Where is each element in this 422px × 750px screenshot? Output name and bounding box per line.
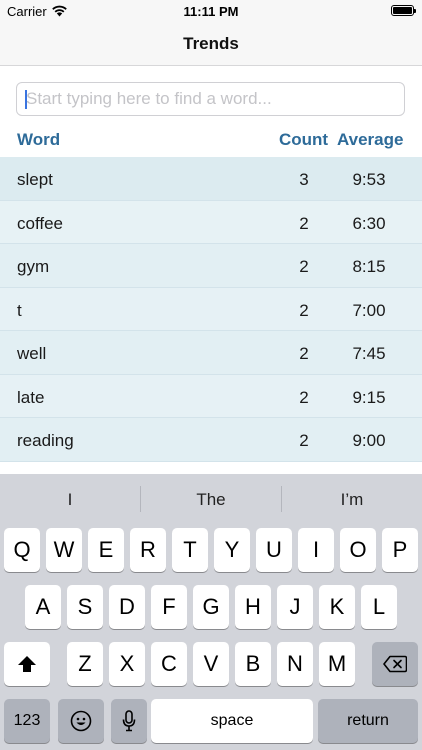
column-header-word[interactable]: Word <box>17 130 60 150</box>
row-word: slept <box>17 170 53 189</box>
key-n[interactable]: N <box>277 642 313 686</box>
navigation-bar: Trends <box>0 24 422 66</box>
key-e[interactable]: E <box>88 528 124 572</box>
suggestion-1[interactable]: I <box>0 490 140 510</box>
row-average: 9:53 <box>352 170 386 189</box>
row-count: 3 <box>299 170 309 189</box>
suggestion-3[interactable]: I’m <box>282 490 422 510</box>
row-average: 6:30 <box>352 213 386 233</box>
key-y[interactable]: Y <box>214 528 250 572</box>
table-row[interactable]: gym 2 8:15 <box>0 244 422 288</box>
row-word: coffee <box>17 213 64 233</box>
row-word: well <box>17 344 47 363</box>
return-key[interactable]: return <box>318 699 418 743</box>
word-list: slept 3 9:53 coffee 2 6:30 gym 2 8:15 t … <box>0 157 422 462</box>
key-t[interactable]: T <box>172 528 208 572</box>
row-average: 8:15 <box>352 257 386 276</box>
table-header: Word Count Average <box>0 128 422 152</box>
page-title: Trends <box>183 34 239 53</box>
key-z[interactable]: Z <box>67 642 103 686</box>
key-a[interactable]: A <box>25 585 61 629</box>
search-input[interactable] <box>24 83 398 115</box>
space-key[interactable]: space <box>151 699 313 743</box>
key-j[interactable]: J <box>277 585 313 629</box>
emoji-key[interactable] <box>58 699 104 743</box>
key-i[interactable]: I <box>298 528 334 572</box>
row-word: reading <box>17 431 74 450</box>
row-count: 2 <box>299 300 309 320</box>
key-p[interactable]: P <box>382 528 418 572</box>
key-k[interactable]: K <box>319 585 355 629</box>
suggestion-2[interactable]: The <box>141 490 281 510</box>
column-header-count[interactable]: Count <box>279 130 328 150</box>
key-l[interactable]: L <box>361 585 397 629</box>
row-average: 7:00 <box>352 300 386 320</box>
row-count: 2 <box>299 344 309 363</box>
table-row[interactable]: well 2 7:45 <box>0 331 422 375</box>
row-average: 9:15 <box>352 387 386 407</box>
table-row[interactable]: late 2 9:15 <box>0 374 422 418</box>
column-header-average[interactable]: Average <box>337 130 403 150</box>
numbers-key[interactable]: 123 <box>4 699 50 743</box>
row-word: t <box>17 300 22 320</box>
row-word: gym <box>17 257 50 276</box>
key-b[interactable]: B <box>235 642 271 686</box>
key-u[interactable]: U <box>256 528 292 572</box>
key-w[interactable]: W <box>46 528 82 572</box>
row-count: 2 <box>299 257 309 276</box>
key-h[interactable]: H <box>235 585 271 629</box>
key-f[interactable]: F <box>151 585 187 629</box>
status-time: 11:11 PM <box>183 4 239 19</box>
table-row[interactable]: reading 2 9:00 <box>0 418 422 462</box>
key-d[interactable]: D <box>109 585 145 629</box>
suggestion-bar: I The I’m <box>0 474 422 524</box>
search-field[interactable] <box>16 82 405 116</box>
keyboard: I The I’m Q W E R T Y U I O P A S D F G … <box>0 474 422 750</box>
dictation-key[interactable] <box>111 699 147 743</box>
key-c[interactable]: C <box>151 642 187 686</box>
text-cursor <box>25 90 27 109</box>
row-count: 2 <box>299 213 309 233</box>
battery-icon <box>391 5 416 16</box>
row-count: 2 <box>299 431 309 450</box>
key-m[interactable]: M <box>319 642 355 686</box>
key-q[interactable]: Q <box>4 528 40 572</box>
key-g[interactable]: G <box>193 585 229 629</box>
backspace-key[interactable] <box>372 642 418 686</box>
key-o[interactable]: O <box>340 528 376 572</box>
row-count: 2 <box>299 387 309 407</box>
row-average: 9:00 <box>352 431 386 450</box>
key-r[interactable]: R <box>130 528 166 572</box>
key-x[interactable]: X <box>109 642 145 686</box>
row-average: 7:45 <box>352 344 386 363</box>
row-word: late <box>17 387 45 407</box>
table-row[interactable]: coffee 2 6:30 <box>0 200 422 244</box>
table-row[interactable]: slept 3 9:53 <box>0 157 422 201</box>
key-s[interactable]: S <box>67 585 103 629</box>
status-bar: Carrier 11:11 PM <box>0 0 422 24</box>
table-row[interactable]: t 2 7:00 <box>0 287 422 331</box>
key-v[interactable]: V <box>193 642 229 686</box>
shift-key[interactable] <box>4 642 50 686</box>
